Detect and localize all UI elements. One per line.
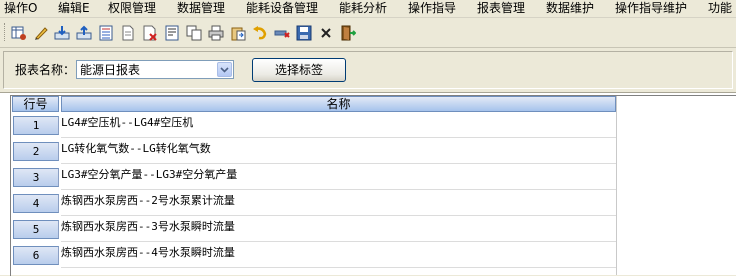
table-row[interactable]: 6 炼钢西水泵房西--4号水泵瞬时流量 <box>11 243 616 269</box>
report-grid: 行号 名称 1 LG4#空压机--LG4#空压机 2 LG转化氧气数--LG转化… <box>0 93 736 276</box>
chevron-down-icon[interactable] <box>217 62 232 77</box>
row-number[interactable]: 2 <box>13 142 59 161</box>
menu-functions[interactable]: 功能 <box>708 1 732 16</box>
table-row[interactable]: 2 LG转化氧气数--LG转化氧气数 <box>11 139 616 165</box>
menu-permissions[interactable]: 权限管理 <box>108 1 156 16</box>
menu-energy-devices[interactable]: 能耗设备管理 <box>246 1 318 16</box>
column-header-row-number[interactable]: 行号 <box>12 96 59 112</box>
menu-energy-analysis[interactable]: 能耗分析 <box>339 1 387 16</box>
menu-data[interactable]: 数据管理 <box>177 1 225 16</box>
save-icon[interactable] <box>295 24 313 42</box>
table-row[interactable]: 4 炼钢西水泵房西--2号水泵累计流量 <box>11 191 616 217</box>
copy-icon[interactable] <box>185 24 203 42</box>
paste-icon[interactable] <box>229 24 247 42</box>
row-number[interactable]: 4 <box>13 194 59 213</box>
name-cell[interactable]: LG转化氧气数--LG转化氧气数 <box>61 139 616 164</box>
column-header-name[interactable]: 名称 <box>61 96 616 112</box>
row-number[interactable]: 5 <box>13 220 59 239</box>
column-divider <box>616 96 617 275</box>
toolbar-grip[interactable] <box>4 23 8 41</box>
report-icon[interactable] <box>163 24 181 42</box>
menu-guide-maint[interactable]: 操作指导维护 <box>615 1 687 16</box>
close-icon[interactable] <box>317 24 335 42</box>
report-name-label: 报表名称： <box>15 63 76 77</box>
table-settings-icon[interactable] <box>10 24 28 42</box>
menu-operate[interactable]: 操作O <box>4 1 37 16</box>
menu-bar: 操作O 编辑E 权限管理 数据管理 能耗设备管理 能耗分析 操作指导 报表管理 … <box>0 0 736 18</box>
name-cell[interactable]: 炼钢西水泵房西--3号水泵瞬时流量 <box>61 217 616 242</box>
report-select[interactable]: 能源日报表 <box>76 60 234 79</box>
row-number[interactable]: 1 <box>13 116 59 135</box>
toolbar <box>0 18 736 48</box>
menu-reports[interactable]: 报表管理 <box>477 1 525 16</box>
export-icon[interactable] <box>75 24 93 42</box>
document-icon[interactable] <box>119 24 137 42</box>
row-number[interactable]: 6 <box>13 246 59 265</box>
name-cell[interactable]: LG4#空压机--LG4#空压机 <box>61 113 616 138</box>
undo-icon[interactable] <box>251 24 269 42</box>
pencil-icon[interactable] <box>32 24 50 42</box>
name-cell[interactable]: 炼钢西水泵房西--2号水泵累计流量 <box>61 191 616 216</box>
menu-data-maint[interactable]: 数据维护 <box>546 1 594 16</box>
row-number[interactable]: 3 <box>13 168 59 187</box>
menu-edit[interactable]: 编辑E <box>58 1 90 16</box>
filter-panel: 报表名称： 能源日报表 选择标签 <box>0 48 736 93</box>
import-icon[interactable] <box>53 24 71 42</box>
report-select-value: 能源日报表 <box>80 63 141 77</box>
name-cell[interactable]: 炼钢西水泵房西--4号水泵瞬时流量 <box>61 243 616 268</box>
remove-row-icon[interactable] <box>273 24 291 42</box>
choose-tag-button[interactable]: 选择标签 <box>252 58 346 82</box>
name-cell[interactable]: LG3#空分氧产量--LG3#空分氧产量 <box>61 165 616 190</box>
menu-guide[interactable]: 操作指导 <box>408 1 456 16</box>
print-icon[interactable] <box>207 24 225 42</box>
table-row[interactable]: 3 LG3#空分氧产量--LG3#空分氧产量 <box>11 165 616 191</box>
table-row[interactable]: 1 LG4#空压机--LG4#空压机 <box>11 113 616 139</box>
exit-door-icon[interactable] <box>339 24 357 42</box>
delete-document-icon[interactable] <box>141 24 159 42</box>
list-icon[interactable] <box>97 24 115 42</box>
table-row[interactable]: 5 炼钢西水泵房西--3号水泵瞬时流量 <box>11 217 616 243</box>
